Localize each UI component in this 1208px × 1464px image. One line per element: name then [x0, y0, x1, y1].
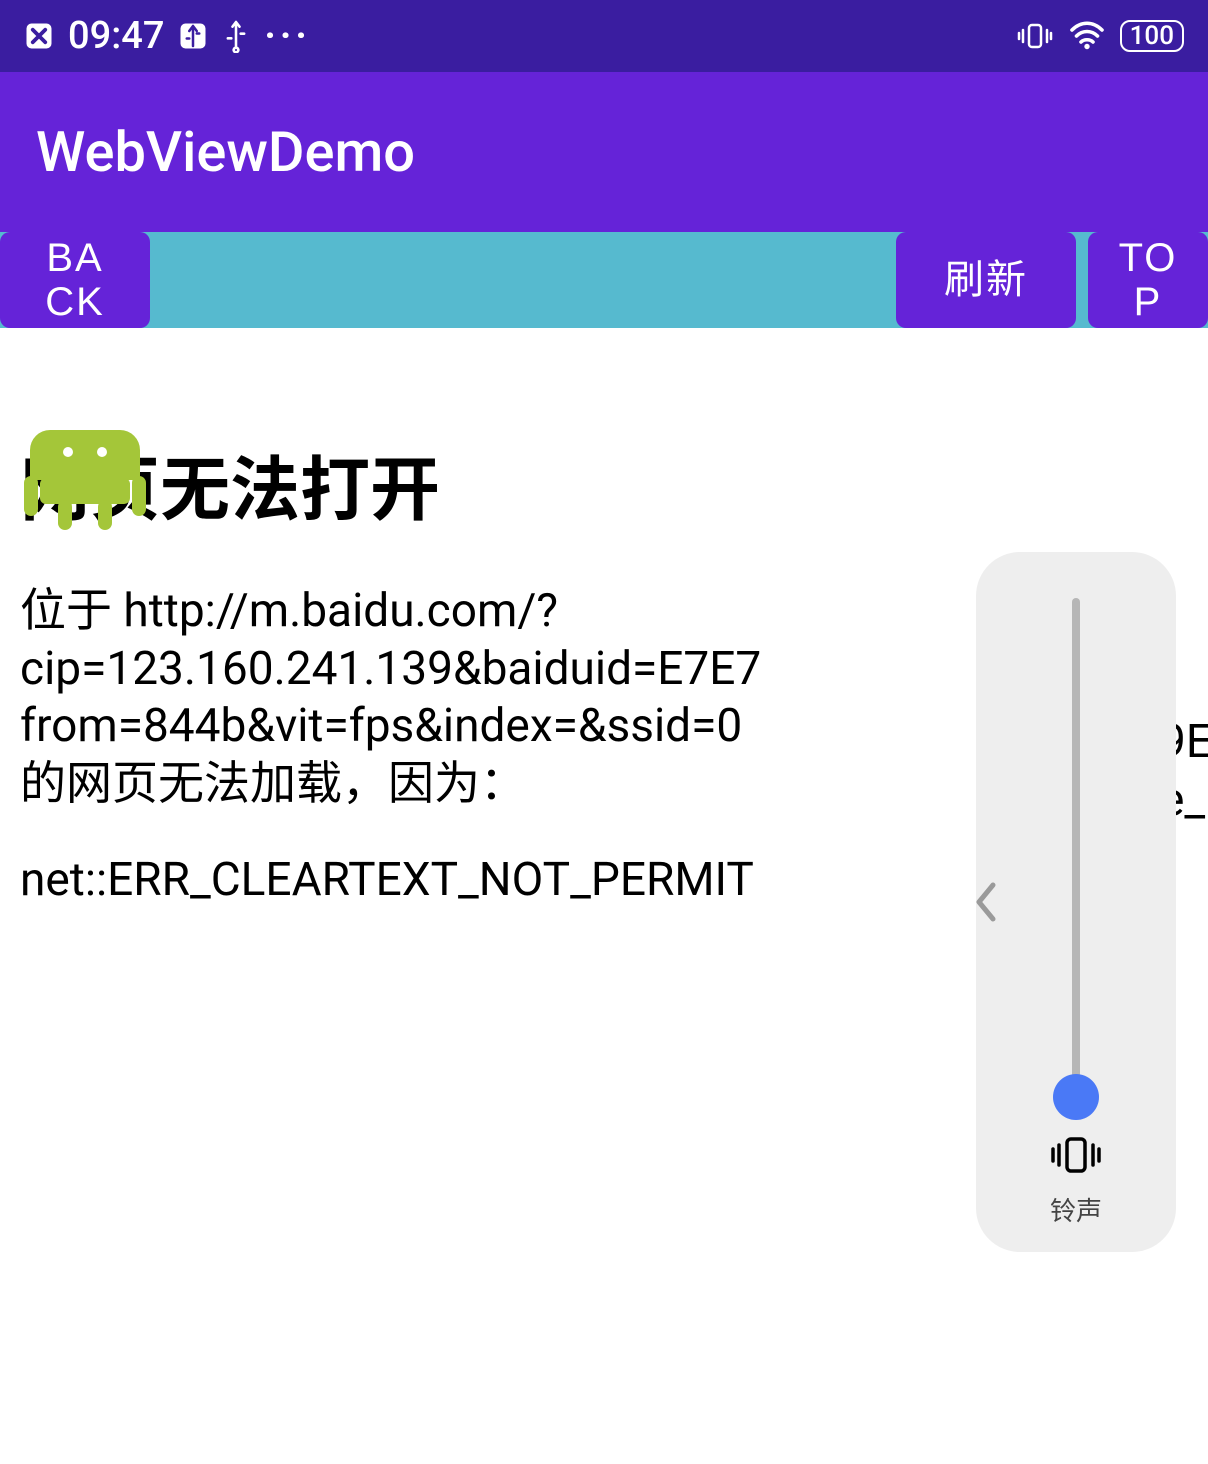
vibrate-icon	[1016, 21, 1054, 51]
volume-thumb[interactable]	[1053, 1074, 1099, 1120]
wifi-icon	[1068, 21, 1106, 51]
battery-icon: 100	[1120, 20, 1184, 52]
status-bar: 09:47 ··· 100	[0, 0, 1208, 72]
android-icon	[20, 430, 150, 534]
status-time: 09:47	[68, 14, 164, 58]
refresh-button[interactable]: 刷新	[896, 232, 1076, 328]
app-bar: WebViewDemo	[0, 72, 1208, 232]
battery-level: 100	[1130, 23, 1174, 49]
webview-content: 网页无法打开 位于 http://m.baidu.com/? cip=123.1…	[0, 434, 1208, 1464]
back-button[interactable]: BA CK	[0, 232, 150, 328]
close-badge-icon	[24, 21, 54, 51]
volume-expand-button[interactable]	[966, 872, 1006, 932]
volume-panel[interactable]: 铃声	[976, 552, 1176, 1252]
chevron-left-icon	[971, 877, 1001, 927]
usb-icon	[222, 19, 250, 53]
status-right: 100	[1016, 20, 1184, 52]
volume-label: 铃声	[1050, 1191, 1102, 1228]
button-bar: BA CK 刷新 TO P	[0, 232, 1208, 328]
top-button[interactable]: TO P	[1088, 232, 1208, 328]
usb-debug-icon	[178, 21, 208, 51]
volume-slider[interactable]	[1072, 598, 1080, 1097]
more-icon: ···	[264, 14, 310, 58]
app-title: WebViewDemo	[36, 119, 415, 185]
error-title: 网页无法打开	[20, 434, 1188, 535]
vibrate-mode-icon[interactable]	[1048, 1133, 1104, 1181]
status-left: 09:47 ···	[24, 14, 311, 58]
